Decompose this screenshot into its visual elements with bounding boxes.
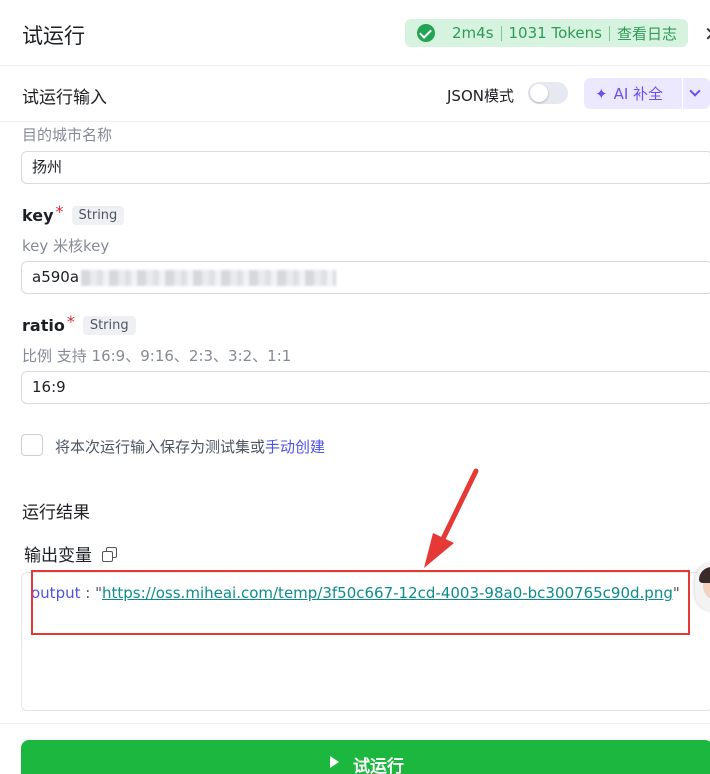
token-count: 1031 Tokens [508,24,602,42]
ratio-field-hint: 比例 支持 16:9、9:16、2:3、3:2、1:1 [22,347,292,365]
footer-divider [0,723,710,724]
save-testset-label: 将本次运行输入保存为测试集或 [55,438,266,456]
ai-complete-button[interactable]: ✦ AI 补全 [584,78,682,109]
view-log-link[interactable]: 查看日志 [610,23,684,44]
manual-create-link[interactable]: 手动创建 [265,438,325,456]
json-mode-label: JSON模式 [447,87,514,105]
city-input[interactable]: 扬州 [21,151,710,184]
required-marker: * [55,202,64,221]
save-testset-checkbox[interactable] [21,434,43,456]
key-input[interactable]: a590a [21,261,710,294]
key-type-tag: String [71,206,125,225]
required-marker: * [66,312,75,331]
ratio-type-tag: String [82,316,136,335]
chevron-down-icon [689,85,701,97]
run-test-button[interactable]: 试运行 [21,740,710,774]
input-panel-title: 试运行输入 [22,88,107,108]
output-variables-title: 输出变量 [24,541,117,566]
json-mode-toggle[interactable] [528,82,568,104]
key-input-value: a590a [32,268,80,286]
input-panel-header: 试运行输入 JSON模式 ✦ AI 补全 [0,66,710,122]
result-section-title: 运行结果 [22,503,90,523]
ai-complete-label: AI 补全 [613,85,664,103]
output-variables-label: 输出变量 [24,546,92,566]
close-icon[interactable]: ✕ [704,22,710,46]
save-testset-text: 将本次运行输入保存为测试集或手动创建 [55,436,325,457]
redacted-value [81,269,337,286]
success-check-icon [417,24,435,42]
copy-icon[interactable] [102,546,117,562]
toggle-knob [530,84,548,102]
panel-title: 试运行 [22,24,85,48]
play-icon [330,756,339,768]
city-field-hint: 目的城市名称 [22,126,113,144]
key-field-label: key * String [22,202,125,225]
panel-header: 试运行 2m4s 1031 Tokens 查看日志 ✕ [0,0,710,66]
run-status-badge: 2m4s 1031 Tokens 查看日志 [405,19,688,47]
ai-options-dropdown[interactable] [683,78,710,109]
avatar-hair [699,567,710,583]
ratio-field-label: ratio * String [22,312,136,335]
run-test-label: 试运行 [353,757,404,774]
key-label-text: key [22,206,54,225]
ratio-label-text: ratio [22,316,65,335]
key-field-hint: key 米核key [22,237,110,255]
ratio-input[interactable]: 16:9 [21,371,710,404]
sparkle-icon: ✦ [595,84,608,103]
run-duration: 2m4s [452,24,494,42]
annotation-highlight-box [31,570,690,635]
